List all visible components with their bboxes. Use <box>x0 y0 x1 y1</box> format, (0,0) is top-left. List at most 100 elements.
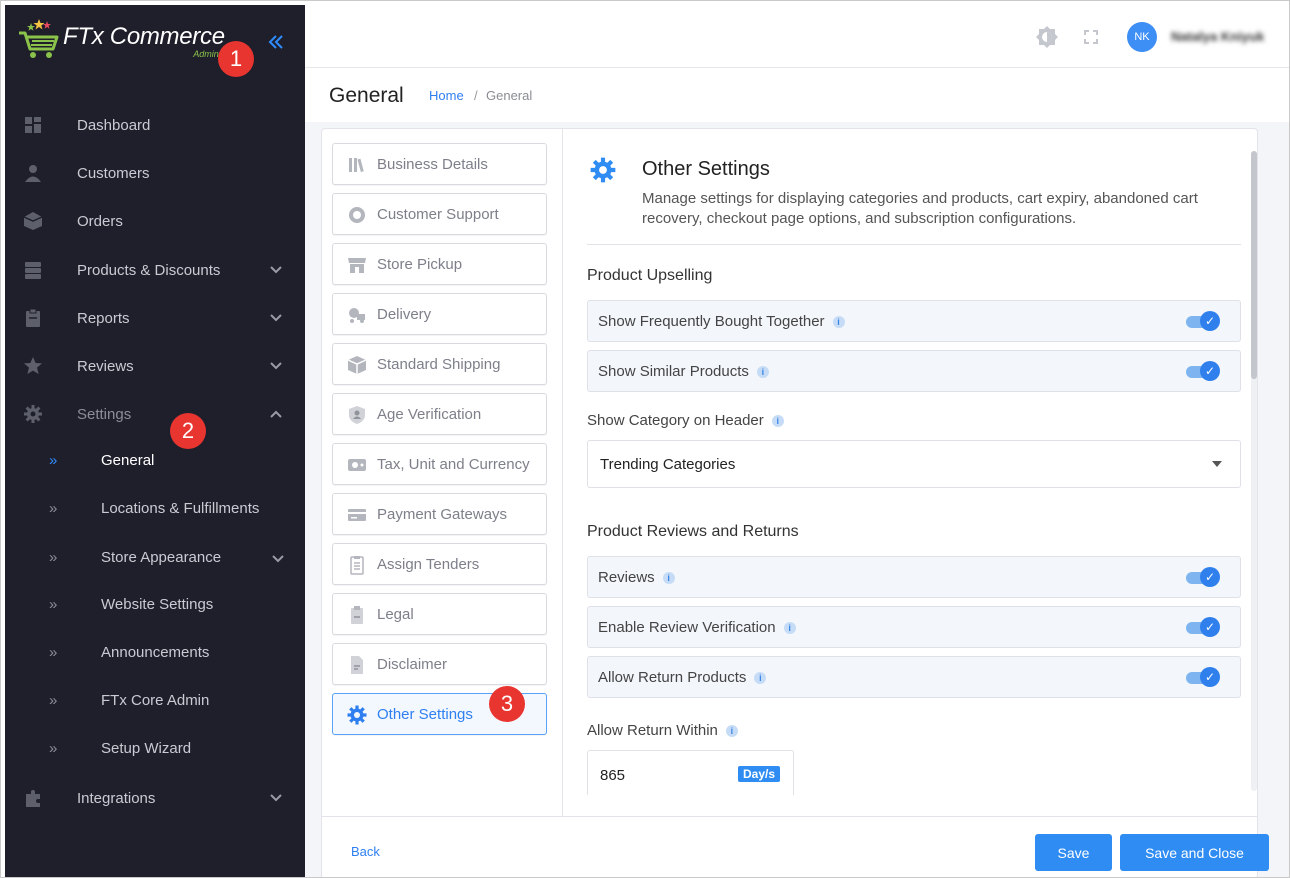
settings-menu-label: Other Settings <box>377 706 473 723</box>
info-icon[interactable]: i <box>725 725 738 738</box>
save-button[interactable]: Save <box>1035 834 1112 871</box>
books-icon <box>349 158 364 173</box>
sidebar-subitem-label: Website Settings <box>101 596 214 613</box>
sidebar-item-reports[interactable]: Reports <box>5 298 305 338</box>
settings-menu-assign-tenders[interactable]: Assign Tenders <box>332 543 547 585</box>
settings-menu-label: Delivery <box>377 306 432 323</box>
check-icon: ✓ <box>1200 567 1220 587</box>
toggle-label: Enable Review Verification <box>598 619 776 636</box>
collapse-sidebar-icon[interactable] <box>267 33 285 51</box>
review-verification-toggle[interactable]: ✓ <box>1186 617 1222 637</box>
sidebar-subitem-store-appearance[interactable]: » Store Appearance <box>5 538 305 578</box>
caret-down-icon <box>1212 461 1222 467</box>
top-header: NK Natalya Kniyuk <box>305 5 1289 68</box>
sidebar-item-label: Orders <box>77 212 123 230</box>
store-icon <box>348 258 366 273</box>
toggle-label: Allow Return Products <box>598 669 747 686</box>
return-days-input[interactable]: 865 Day/s <box>587 750 794 795</box>
info-icon[interactable]: i <box>771 415 784 428</box>
brand-name: FTx Commerce <box>63 23 225 50</box>
chevron-down-icon <box>270 266 282 274</box>
settings-menu-legal[interactable]: Legal <box>332 593 547 635</box>
allow-return-toggle[interactable]: ✓ <box>1186 667 1222 687</box>
sidebar-item-dashboard[interactable]: Dashboard <box>5 105 305 145</box>
fullscreen-icon[interactable] <box>1079 25 1103 49</box>
settings-menu-payment-gateways[interactable]: Payment Gateways <box>332 493 547 535</box>
info-icon[interactable]: i <box>832 316 845 329</box>
document-icon <box>351 656 363 674</box>
settings-menu-label: Store Pickup <box>377 256 463 273</box>
frequently-bought-toggle[interactable]: ✓ <box>1186 311 1222 331</box>
page-header: General Home / General <box>305 68 1289 122</box>
sidebar-item-label: Integrations <box>77 789 156 807</box>
field-label: Show Category on Header <box>587 412 764 429</box>
sidebar-item-settings[interactable]: Settings <box>5 394 305 434</box>
currency-icon <box>348 459 366 471</box>
save-and-close-button[interactable]: Save and Close <box>1120 834 1269 871</box>
settings-menu-customer-support[interactable]: Customer Support <box>332 193 547 235</box>
info-icon[interactable]: i <box>754 672 767 685</box>
sidebar-subitem-ftx-core-admin[interactable]: » FTx Core Admin <box>5 681 305 721</box>
settings-menu-disclaimer[interactable]: Disclaimer <box>332 643 547 685</box>
info-icon[interactable]: i <box>662 572 675 585</box>
similar-products-toggle[interactable]: ✓ <box>1186 361 1222 381</box>
sidebar-item-customers[interactable]: Customers <box>5 153 305 193</box>
scrollbar[interactable] <box>1251 151 1257 791</box>
sidebar-subitem-label: Store Appearance <box>101 549 222 566</box>
settings-menu-label: Age Verification <box>377 406 482 423</box>
settings-menu-label: Assign Tenders <box>377 556 480 573</box>
callout-badge: 2 <box>170 413 206 449</box>
breadcrumb-current: General <box>486 88 533 103</box>
input-value: 865 <box>600 767 626 784</box>
sidebar-item-label: Settings <box>77 405 132 423</box>
sidebar-subitem-general[interactable]: » General <box>5 441 305 481</box>
chevron-down-icon <box>270 314 282 322</box>
sidebar-subitem-announcements[interactable]: » Announcements <box>5 633 305 673</box>
toggle-row-allow-return: Allow Return Products i ✓ <box>587 656 1241 698</box>
field-label: Allow Return Within <box>587 722 718 739</box>
sidebar-item-label: Products & Discounts <box>77 261 221 279</box>
sidebar-item-reviews[interactable]: Reviews <box>5 346 305 386</box>
brand-logo[interactable]: FTx Commerce Admin <box>17 17 225 61</box>
avatar[interactable]: NK <box>1127 22 1157 52</box>
sidebar-subitem-label: Setup Wizard <box>101 740 192 757</box>
settings-menu-store-pickup[interactable]: Store Pickup <box>332 243 547 285</box>
chevron-down-icon <box>270 362 282 370</box>
list-clipboard-icon <box>350 556 364 575</box>
settings-menu-age-verification[interactable]: Age Verification <box>332 393 547 435</box>
sidebar: FTx Commerce Admin Dashboard Customers O… <box>5 5 305 877</box>
toggle-row-similar-products: Show Similar Products i ✓ <box>587 350 1241 392</box>
toggle-row-frequently-bought: Show Frequently Bought Together i ✓ <box>587 300 1241 342</box>
check-icon: ✓ <box>1200 617 1220 637</box>
select-value: Trending Categories <box>600 456 736 473</box>
divider <box>587 244 1241 245</box>
footer-divider <box>321 816 1258 817</box>
toggle-row-reviews: Reviews i ✓ <box>587 556 1241 598</box>
theme-toggle-icon[interactable] <box>1035 25 1059 49</box>
settings-menu-business-details[interactable]: Business Details <box>332 143 547 185</box>
scrollbar-thumb[interactable] <box>1251 151 1257 379</box>
back-link[interactable]: Back <box>351 844 380 859</box>
sidebar-subitem-locations[interactable]: » Locations & Fulfillments <box>5 489 305 529</box>
category-header-select[interactable]: Trending Categories <box>587 440 1241 488</box>
info-icon[interactable]: i <box>756 366 769 379</box>
card-icon <box>348 509 366 521</box>
product-upselling-title: Product Upselling <box>587 267 713 284</box>
settings-menu-tax-unit-currency[interactable]: Tax, Unit and Currency <box>332 443 547 485</box>
reviews-toggle[interactable]: ✓ <box>1186 567 1222 587</box>
user-name[interactable]: Natalya Kniyuk <box>1171 29 1264 44</box>
breadcrumb-separator: / <box>474 88 478 103</box>
sidebar-subitem-website-settings[interactable]: » Website Settings <box>5 585 305 625</box>
settings-menu-delivery[interactable]: Delivery <box>332 293 547 335</box>
sidebar-item-orders[interactable]: Orders <box>5 201 305 241</box>
settings-menu-standard-shipping[interactable]: Standard Shipping <box>332 343 547 385</box>
sidebar-item-label: Reviews <box>77 357 134 375</box>
breadcrumb-home-link[interactable]: Home <box>429 88 464 103</box>
sidebar-subitem-label: Announcements <box>101 644 210 661</box>
sidebar-item-products-discounts[interactable]: Products & Discounts <box>5 250 305 290</box>
info-icon[interactable]: i <box>783 622 796 635</box>
sidebar-item-integrations[interactable]: Integrations <box>5 778 305 818</box>
callout-badge: 1 <box>218 41 254 77</box>
cart-logo-icon <box>19 19 59 58</box>
sidebar-subitem-setup-wizard[interactable]: » Setup Wizard <box>5 729 305 769</box>
